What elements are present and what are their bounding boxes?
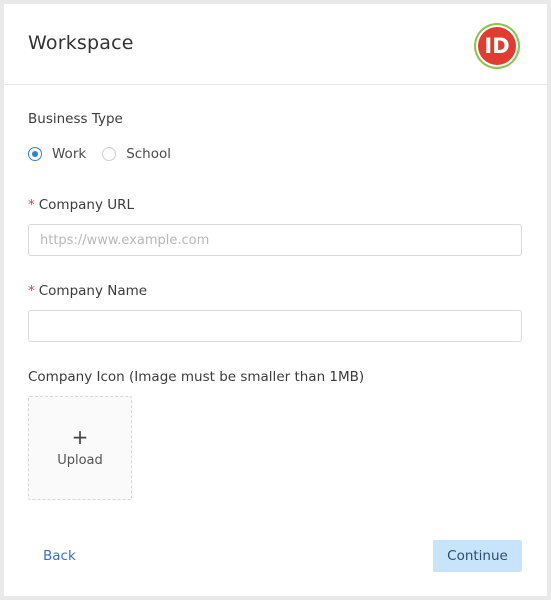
required-mark: * (28, 283, 35, 299)
workspace-card: Workspace ID Business Type Work School *… (4, 4, 547, 596)
id-logo-icon: ID (474, 23, 520, 69)
back-button[interactable]: Back (43, 548, 76, 564)
business-type-radio-group: Work School (28, 145, 187, 163)
business-type-label: Business Type (28, 111, 123, 127)
logo: ID (473, 22, 521, 70)
card-header: Workspace ID (4, 4, 547, 85)
company-url-input[interactable] (28, 224, 522, 256)
radio-school-label: School (126, 146, 172, 162)
logo-text: ID (484, 34, 509, 58)
continue-button[interactable]: Continue (433, 540, 522, 572)
company-icon-label: Company Icon (Image must be smaller than… (28, 369, 365, 385)
page-title: Workspace (28, 32, 134, 54)
company-name-input[interactable] (28, 310, 522, 342)
radio-school-circle[interactable] (102, 147, 117, 161)
radio-school[interactable]: School (102, 146, 171, 162)
company-name-label: Company Name (38, 283, 148, 299)
company-url-label-wrap: * Company URL (28, 197, 134, 213)
upload-button[interactable]: + Upload (28, 396, 132, 500)
required-mark: * (28, 197, 35, 213)
upload-label: Upload (57, 453, 103, 468)
radio-work-label: Work (52, 146, 87, 162)
company-name-label-wrap: * Company Name (28, 283, 147, 299)
radio-work[interactable]: Work (28, 146, 86, 162)
radio-work-circle[interactable] (28, 147, 42, 161)
company-url-label: Company URL (38, 197, 135, 213)
plus-icon: + (71, 425, 89, 449)
